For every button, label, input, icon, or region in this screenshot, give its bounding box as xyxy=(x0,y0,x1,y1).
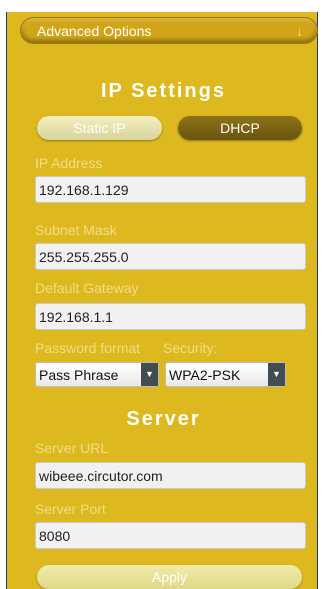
server-url-field[interactable]: wibeee.circutor.com xyxy=(35,462,306,489)
arrow-down-icon: ↓ xyxy=(296,23,303,39)
advanced-options-bar[interactable]: Advanced Options ↓ xyxy=(20,17,318,44)
password-format-label: Password format xyxy=(35,340,141,356)
subnet-mask-label: Subnet Mask xyxy=(35,222,117,238)
triangle-down-icon: ▼ xyxy=(268,363,285,386)
server-url-label: Server URL xyxy=(35,440,109,456)
ip-address-label: IP Address xyxy=(35,155,103,171)
static-ip-button[interactable]: Static IP xyxy=(37,116,162,140)
server-port-label: Server Port xyxy=(35,501,106,517)
security-label: Security: xyxy=(163,340,218,356)
subnet-mask-field[interactable]: 255.255.255.0 xyxy=(35,243,306,270)
advanced-options-label: Advanced Options xyxy=(37,23,152,39)
server-port-field[interactable]: 8080 xyxy=(35,522,306,549)
ip-address-field[interactable]: 192.168.1.129 xyxy=(35,176,306,203)
ip-settings-title: IP Settings xyxy=(101,80,226,102)
triangle-down-icon: ▼ xyxy=(141,363,158,386)
password-format-select[interactable]: Pass Phrase ▼ xyxy=(35,362,159,387)
security-select[interactable]: WPA2-PSK ▼ xyxy=(165,362,286,387)
default-gateway-field[interactable]: 192.168.1.1 xyxy=(35,303,306,330)
password-format-value: Pass Phrase xyxy=(39,367,119,383)
security-value: WPA2-PSK xyxy=(169,367,241,383)
dhcp-button[interactable]: DHCP xyxy=(178,116,302,140)
apply-button[interactable]: Apply xyxy=(37,565,302,589)
default-gateway-label: Default Gateway xyxy=(35,280,139,296)
server-title: Server xyxy=(126,408,201,430)
